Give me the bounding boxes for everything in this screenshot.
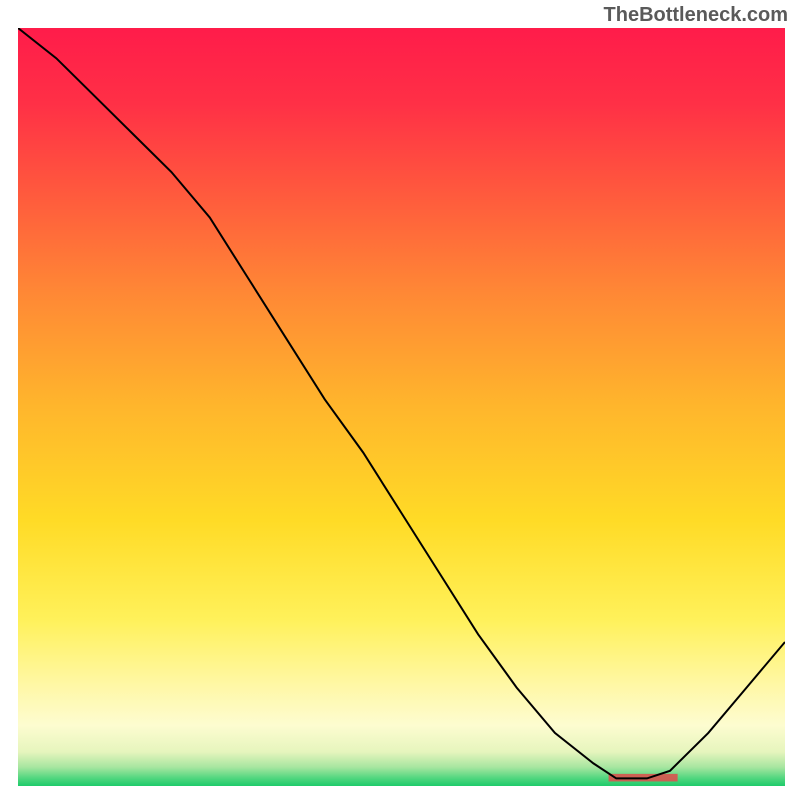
plot-area: [18, 28, 785, 786]
chart-svg: [18, 28, 785, 786]
watermark-text: TheBottleneck.com: [604, 4, 788, 27]
curve-line: [18, 28, 785, 778]
